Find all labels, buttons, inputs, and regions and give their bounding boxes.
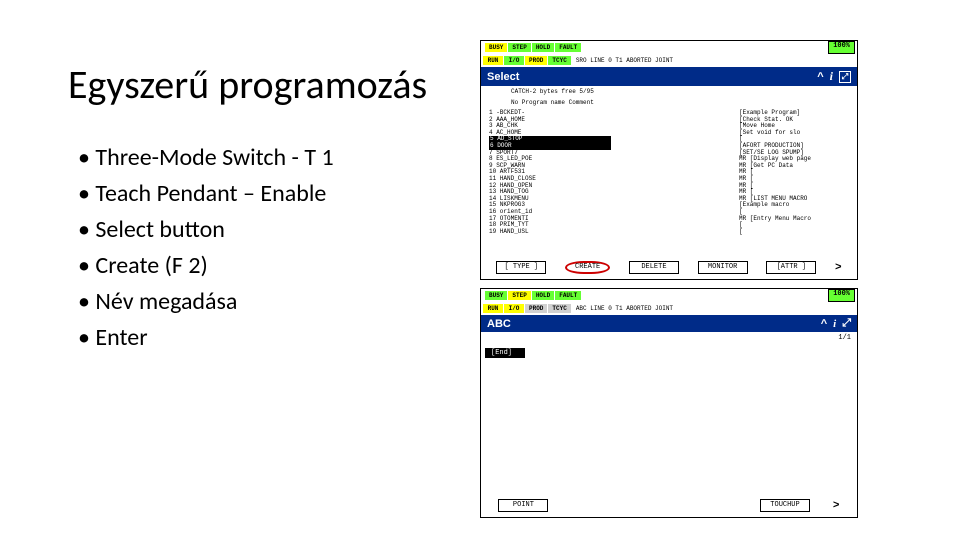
badge-step: STEP [508, 291, 530, 300]
status-badges-bottom: RUN I/O PROD TCYC ABC LINE 0 T1 ABORTED … [481, 302, 857, 315]
speed-pct: 100% [828, 41, 855, 54]
expand-icon[interactable]: ⤢ [842, 317, 851, 330]
badge-tcyc: TCYC [548, 304, 570, 313]
info-icon: i [830, 69, 833, 84]
prog-row[interactable]: 19 HAND_USL [489, 229, 739, 236]
fn-more-icon[interactable]: > [833, 499, 840, 512]
prog-comment: MR [Entry Menu Macro [739, 216, 849, 223]
badge-io: I/O [504, 56, 524, 65]
program-list[interactable]: 1 -BCKEDT- 2 AAA_HOME 3 AB_CHK 4 AC_HOME… [481, 108, 857, 237]
prog-comment: MR [ [739, 183, 849, 190]
prog-row[interactable]: 14 LISKMENU [489, 196, 739, 203]
badge-run: RUN [483, 56, 503, 65]
abc-title: ABC [487, 318, 511, 330]
status-line: ABC LINE 0 T1 ABORTED JOINT [576, 305, 673, 312]
bullet-1: Three-Mode Switch - T 1 [78, 140, 334, 176]
pendant-select-screenshot: BUSY STEP HOLD FAULT 100% RUN I/O PROD T… [480, 40, 858, 280]
prog-comment: [Set void for slo [739, 130, 849, 137]
fn-touchup[interactable]: TOUCHUP [760, 499, 810, 512]
badge-prod: PROD [525, 304, 547, 313]
badge-hold: HOLD [532, 291, 554, 300]
badge-busy: BUSY [485, 43, 507, 52]
bullet-2: Teach Pendant – Enable [78, 176, 334, 212]
prog-row[interactable]: 1 -BCKEDT- [489, 110, 739, 117]
bullet-list: Three-Mode Switch - T 1 Teach Pendant – … [78, 140, 334, 356]
badge-run: RUN [483, 304, 503, 313]
fn-attr[interactable]: [ATTR ] [766, 261, 816, 274]
pendant-abc-screenshot: BUSY STEP HOLD FAULT 100% RUN I/O PROD T… [480, 288, 858, 518]
status-badges-top: BUSY STEP HOLD FAULT [483, 289, 583, 302]
caret-icon: ^ [821, 318, 827, 330]
program-cols: No Program name Comment [481, 97, 857, 108]
prog-row[interactable]: 9 SCP_WARN [489, 163, 739, 170]
fn-more-icon[interactable]: > [835, 261, 842, 274]
badge-fault: FAULT [555, 43, 581, 52]
prog-row[interactable]: 3 AB_CHK [489, 123, 739, 130]
fn-point[interactable]: POINT [498, 499, 548, 512]
badge-step: STEP [508, 43, 530, 52]
badge-tcyc: TCYC [548, 56, 570, 65]
prog-row[interactable]: 4 AC_HOME [489, 130, 739, 137]
prog-comment: MR [ [739, 169, 849, 176]
prog-comment: [ [739, 229, 849, 236]
prog-comment: [ [739, 222, 849, 229]
prog-comment: MR [ [739, 176, 849, 183]
badge-prod: PROD [525, 56, 547, 65]
badge-fault: FAULT [555, 291, 581, 300]
function-key-bar: [ TYPE ] CREATE DELETE MONITOR [ATTR ] > [481, 259, 857, 276]
info-icon: i [833, 318, 836, 330]
select-title: Select [487, 71, 519, 83]
program-head: CATCH-2 bytes free 5/95 [481, 86, 857, 97]
fn-create[interactable]: CREATE [565, 261, 610, 274]
slide-title: Egyszerű programozás [68, 60, 427, 109]
select-titlebar: Select ^ i ⤢ [481, 67, 857, 86]
expand-icon[interactable]: ⤢ [839, 71, 851, 83]
bullet-3: Select button [78, 212, 334, 248]
fn-delete[interactable]: DELETE [629, 261, 679, 274]
bullet-4: Create (F 2) [78, 248, 334, 284]
status-badges-bottom: RUN I/O PROD TCYC SRO LINE 0 T1 ABORTED … [481, 54, 857, 67]
prog-row[interactable]: 2 AAA_HOME [489, 117, 739, 124]
badge-io: I/O [504, 304, 524, 313]
prog-comment: MR [Get PC Data [739, 163, 849, 170]
badge-busy: BUSY [485, 291, 507, 300]
status-line: SRO LINE 0 T1 ABORTED JOINT [576, 57, 673, 64]
caret-icon: ^ [817, 71, 823, 83]
line-counter: 1/1 [481, 332, 857, 344]
prog-row[interactable]: 8 ES_LED_POE [489, 156, 739, 163]
bullet-5: Név megadása [78, 284, 334, 320]
fn-type[interactable]: [ TYPE ] [496, 261, 546, 274]
abc-titlebar: ABC ^ i ⤢ [481, 315, 857, 332]
speed-pct: 100% [828, 289, 855, 302]
program-end-line[interactable]: [End] [485, 348, 525, 358]
function-key-bar: POINT TOUCHUP > [481, 497, 857, 514]
badge-hold: HOLD [532, 43, 554, 52]
status-badges-top: BUSY STEP HOLD FAULT [483, 41, 583, 54]
bullet-6: Enter [78, 320, 334, 356]
prog-comment: [Example macro [739, 202, 849, 209]
fn-monitor[interactable]: MONITOR [698, 261, 748, 274]
